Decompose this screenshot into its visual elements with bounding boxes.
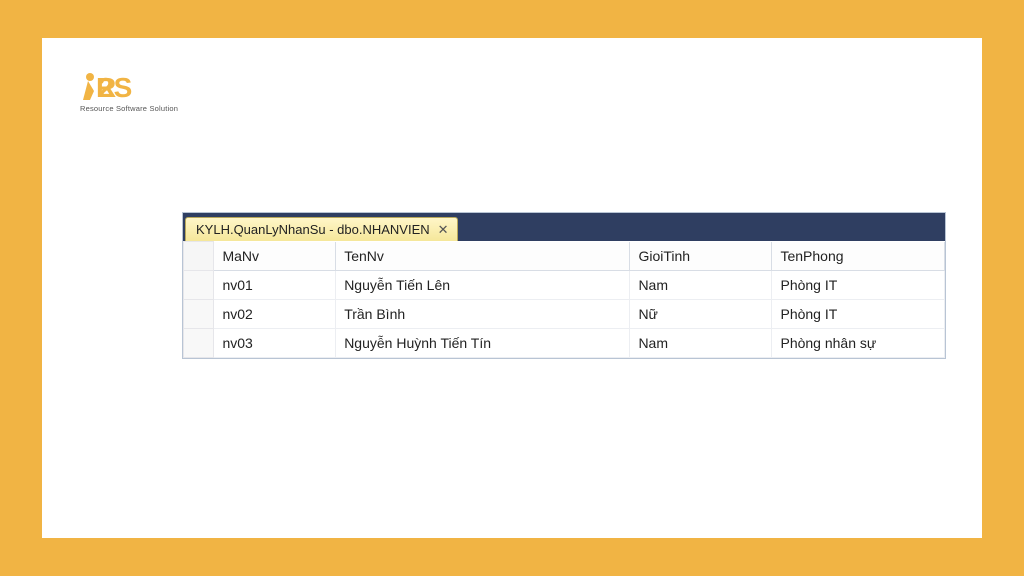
- tab-title: KYLH.QuanLyNhanSu - dbo.NHANVIEN: [196, 222, 430, 237]
- close-icon[interactable]: ✕: [438, 223, 449, 236]
- cell-gioitinh[interactable]: Nam: [630, 328, 772, 357]
- svg-text:R: R: [96, 72, 116, 103]
- table-row[interactable]: nv03 Nguyễn Huỳnh Tiến Tín Nam Phòng nhâ…: [184, 328, 945, 357]
- row-selector[interactable]: [184, 299, 214, 328]
- nhanvien-table: MaNv TenNv GioiTinh TenPhong nv01 Nguyễn…: [183, 241, 945, 358]
- window-titlebar: KYLH.QuanLyNhanSu - dbo.NHANVIEN ✕: [183, 213, 945, 241]
- document-tab[interactable]: KYLH.QuanLyNhanSu - dbo.NHANVIEN ✕: [185, 217, 458, 241]
- cell-manv[interactable]: nv03: [214, 328, 336, 357]
- cell-gioitinh[interactable]: Nữ: [630, 299, 772, 328]
- table-row[interactable]: nv02 Trần Bình Nữ Phòng IT: [184, 299, 945, 328]
- cell-tenphong[interactable]: Phòng IT: [772, 299, 945, 328]
- col-header-tenphong[interactable]: TenPhong: [772, 242, 945, 271]
- cell-manv[interactable]: nv02: [214, 299, 336, 328]
- row-selector[interactable]: [184, 270, 214, 299]
- data-grid-window: KYLH.QuanLyNhanSu - dbo.NHANVIEN ✕ MaNv …: [182, 212, 946, 359]
- brand-logo: 2S R R: [78, 66, 946, 106]
- cell-gioitinh[interactable]: Nam: [630, 270, 772, 299]
- col-header-gioitinh[interactable]: GioiTinh: [630, 242, 772, 271]
- cell-tennv[interactable]: Trần Bình: [336, 299, 630, 328]
- presentation-card: 2S R R Resource Software Solution KYLH.Q…: [42, 38, 982, 538]
- cell-tennv[interactable]: Nguyễn Huỳnh Tiến Tín: [336, 328, 630, 357]
- row-selector[interactable]: [184, 328, 214, 357]
- r2s-logo-icon: 2S R R: [78, 66, 160, 106]
- cell-manv[interactable]: nv01: [214, 270, 336, 299]
- cell-tenphong[interactable]: Phòng nhân sự: [772, 328, 945, 357]
- brand-tagline: Resource Software Solution: [80, 104, 946, 113]
- data-grid: MaNv TenNv GioiTinh TenPhong nv01 Nguyễn…: [183, 241, 945, 358]
- col-header-manv[interactable]: MaNv: [214, 242, 336, 271]
- col-header-tennv[interactable]: TenNv: [336, 242, 630, 271]
- table-row[interactable]: nv01 Nguyễn Tiến Lên Nam Phòng IT: [184, 270, 945, 299]
- cell-tennv[interactable]: Nguyễn Tiến Lên: [336, 270, 630, 299]
- table-header-row: MaNv TenNv GioiTinh TenPhong: [184, 242, 945, 271]
- row-selector-header: [184, 242, 214, 271]
- cell-tenphong[interactable]: Phòng IT: [772, 270, 945, 299]
